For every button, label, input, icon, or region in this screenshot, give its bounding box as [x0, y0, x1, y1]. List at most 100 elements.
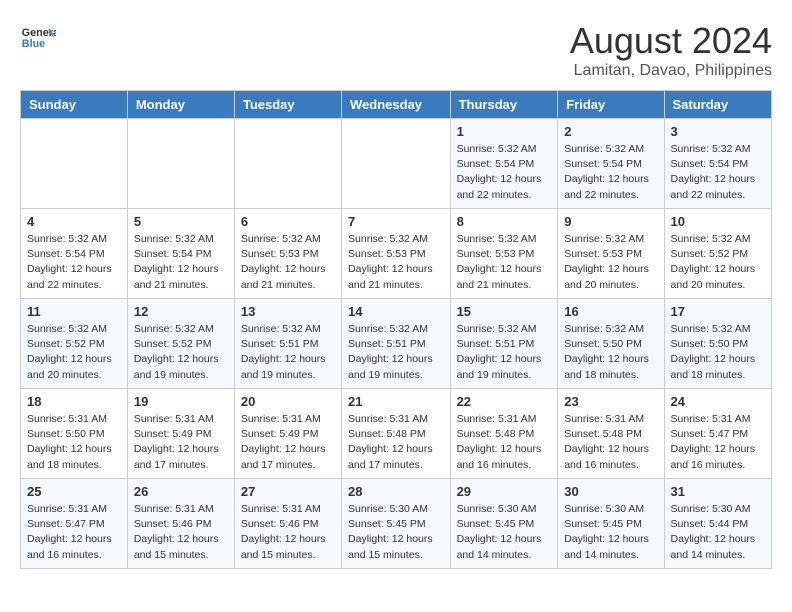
calendar-cell: 26Sunrise: 5:31 AM Sunset: 5:46 PM Dayli…: [127, 479, 234, 569]
calendar-cell: 15Sunrise: 5:32 AM Sunset: 5:51 PM Dayli…: [450, 299, 558, 389]
calendar-cell: [342, 119, 451, 209]
calendar-cell: 17 Sunrise: 5:32 AM Sunset: 5:50 PM Dayli…: [664, 299, 771, 389]
weekday-header: Tuesday: [234, 91, 341, 119]
day-info: Sunrise: 5:32 AM Sunset: 5:54 PM Dayligh…: [564, 142, 657, 203]
calendar-cell: 7Sunrise: 5:32 AM Sunset: 5:53 PM Daylig…: [342, 209, 451, 299]
title-block: August 2024 Lamitan, Davao, Philippines: [570, 20, 772, 80]
day-number: 6: [241, 214, 335, 229]
calendar-cell: 16Sunrise: 5:32 AM Sunset: 5:50 PM Dayli…: [558, 299, 664, 389]
day-info: Sunrise: 5:31 AM Sunset: 5:48 PM Dayligh…: [348, 412, 444, 473]
day-number: 29: [457, 484, 552, 499]
calendar-cell: 14 Sunrise: 5:32 AM Sunset: 5:51 PM Dayli…: [342, 299, 451, 389]
day-info: Sunrise: 5:31 AM Sunset: 5:48 PM Dayligh…: [564, 412, 657, 473]
day-info: Sunrise: 5:30 AM Sunset: 5:44 PM Dayligh…: [671, 502, 765, 563]
calendar-cell: 31 Sunrise: 5:30 AM Sunset: 5:44 PM Dayli…: [664, 479, 771, 569]
day-info: Sunrise: 5:32 AM Sunset: 5:52 PM Dayligh…: [134, 322, 228, 383]
weekday-header: Saturday: [664, 91, 771, 119]
day-number: 14: [348, 304, 444, 319]
calendar-cell: 2 Sunrise: 5:32 AM Sunset: 5:54 PM Daylig…: [558, 119, 664, 209]
calendar-cell: 21 Sunrise: 5:31 AM Sunset: 5:48 PM Dayli…: [342, 389, 451, 479]
logo: General Blue: [20, 20, 56, 56]
day-number: 31: [671, 484, 765, 499]
day-number: 2: [564, 124, 657, 139]
day-number: 3: [671, 124, 765, 139]
calendar-cell: 29 Sunrise: 5:30 AM Sunset: 5:45 PM Dayli…: [450, 479, 558, 569]
day-info: Sunrise: 5:31 AM Sunset: 5:49 PM Dayligh…: [134, 412, 228, 473]
calendar-cell: 27 Sunrise: 5:31 AM Sunset: 5:46 PM Dayli…: [234, 479, 341, 569]
day-info: Sunrise: 5:31 AM Sunset: 5:48 PM Dayligh…: [457, 412, 552, 473]
calendar-body: 1 Sunrise: 5:32 AM Sunset: 5:54 PM Daylig…: [21, 119, 772, 569]
calendar-cell: [234, 119, 341, 209]
day-info: Sunrise: 5:32 AM Sunset: 5:52 PM Dayligh…: [27, 322, 121, 383]
calendar-cell: 12 Sunrise: 5:32 AM Sunset: 5:52 PM Dayli…: [127, 299, 234, 389]
day-number: 25: [27, 484, 121, 499]
day-info: Sunrise: 5:32 AM Sunset: 5:54 PM Dayligh…: [134, 232, 228, 293]
calendar-week-row: 1 Sunrise: 5:32 AM Sunset: 5:54 PM Daylig…: [21, 119, 772, 209]
weekday-header: Monday: [127, 91, 234, 119]
day-number: 11: [27, 304, 121, 319]
calendar-table: SundayMondayTuesdayWednesdayThursdayFrid…: [20, 90, 772, 569]
calendar-cell: 22 Sunrise: 5:31 AM Sunset: 5:48 PM Dayli…: [450, 389, 558, 479]
calendar-header-row: SundayMondayTuesdayWednesdayThursdayFrid…: [21, 91, 772, 119]
day-number: 18: [27, 394, 121, 409]
day-number: 5: [134, 214, 228, 229]
day-info: Sunrise: 5:32 AM Sunset: 5:51 PM Dayligh…: [348, 322, 444, 383]
day-number: 19: [134, 394, 228, 409]
day-number: 20: [241, 394, 335, 409]
weekday-header: Wednesday: [342, 91, 451, 119]
calendar-cell: 28Sunrise: 5:30 AM Sunset: 5:45 PM Dayli…: [342, 479, 451, 569]
day-number: 12: [134, 304, 228, 319]
day-info: Sunrise: 5:31 AM Sunset: 5:46 PM Dayligh…: [241, 502, 335, 563]
day-number: 23: [564, 394, 657, 409]
month-title: August 2024: [570, 20, 772, 62]
day-number: 17: [671, 304, 765, 319]
page-header: General Blue August 2024 Lamitan, Davao,…: [20, 20, 772, 80]
day-number: 26: [134, 484, 228, 499]
day-info: Sunrise: 5:32 AM Sunset: 5:54 PM Dayligh…: [671, 142, 765, 203]
day-info: Sunrise: 5:31 AM Sunset: 5:47 PM Dayligh…: [27, 502, 121, 563]
calendar-cell: [127, 119, 234, 209]
day-info: Sunrise: 5:32 AM Sunset: 5:52 PM Dayligh…: [671, 232, 765, 293]
calendar-cell: 4Sunrise: 5:32 AM Sunset: 5:54 PM Daylig…: [21, 209, 128, 299]
calendar-cell: 1 Sunrise: 5:32 AM Sunset: 5:54 PM Daylig…: [450, 119, 558, 209]
calendar-cell: 19 Sunrise: 5:31 AM Sunset: 5:49 PM Dayli…: [127, 389, 234, 479]
calendar-cell: 11 Sunrise: 5:32 AM Sunset: 5:52 PM Dayli…: [21, 299, 128, 389]
day-number: 1: [457, 124, 552, 139]
day-number: 22: [457, 394, 552, 409]
day-info: Sunrise: 5:31 AM Sunset: 5:47 PM Dayligh…: [671, 412, 765, 473]
day-info: Sunrise: 5:32 AM Sunset: 5:54 PM Dayligh…: [457, 142, 552, 203]
day-info: Sunrise: 5:32 AM Sunset: 5:51 PM Dayligh…: [457, 322, 552, 383]
day-info: Sunrise: 5:30 AM Sunset: 5:45 PM Dayligh…: [348, 502, 444, 563]
calendar-cell: 9 Sunrise: 5:32 AM Sunset: 5:53 PM Daylig…: [558, 209, 664, 299]
weekday-header: Thursday: [450, 91, 558, 119]
calendar-cell: 6Sunrise: 5:32 AM Sunset: 5:53 PM Daylig…: [234, 209, 341, 299]
calendar-cell: 25 Sunrise: 5:31 AM Sunset: 5:47 PM Dayli…: [21, 479, 128, 569]
weekday-header: Sunday: [21, 91, 128, 119]
day-info: Sunrise: 5:30 AM Sunset: 5:45 PM Dayligh…: [457, 502, 552, 563]
calendar-cell: 5 Sunrise: 5:32 AM Sunset: 5:54 PM Daylig…: [127, 209, 234, 299]
day-info: Sunrise: 5:32 AM Sunset: 5:53 PM Dayligh…: [564, 232, 657, 293]
day-info: Sunrise: 5:32 AM Sunset: 5:51 PM Dayligh…: [241, 322, 335, 383]
calendar-cell: 8Sunrise: 5:32 AM Sunset: 5:53 PM Daylig…: [450, 209, 558, 299]
day-number: 9: [564, 214, 657, 229]
location: Lamitan, Davao, Philippines: [570, 62, 772, 80]
svg-text:Blue: Blue: [22, 38, 45, 50]
calendar-cell: 13 Sunrise: 5:32 AM Sunset: 5:51 PM Dayli…: [234, 299, 341, 389]
day-number: 27: [241, 484, 335, 499]
day-number: 21: [348, 394, 444, 409]
day-number: 10: [671, 214, 765, 229]
calendar-week-row: 18Sunrise: 5:31 AM Sunset: 5:50 PM Dayli…: [21, 389, 772, 479]
calendar-cell: 3 Sunrise: 5:32 AM Sunset: 5:54 PM Daylig…: [664, 119, 771, 209]
calendar-cell: 20Sunrise: 5:31 AM Sunset: 5:49 PM Dayli…: [234, 389, 341, 479]
calendar-cell: 30Sunrise: 5:30 AM Sunset: 5:45 PM Dayli…: [558, 479, 664, 569]
calendar-week-row: 25 Sunrise: 5:31 AM Sunset: 5:47 PM Dayli…: [21, 479, 772, 569]
day-number: 13: [241, 304, 335, 319]
day-info: Sunrise: 5:32 AM Sunset: 5:50 PM Dayligh…: [564, 322, 657, 383]
day-number: 24: [671, 394, 765, 409]
calendar-week-row: 11 Sunrise: 5:32 AM Sunset: 5:52 PM Dayli…: [21, 299, 772, 389]
calendar-cell: 18Sunrise: 5:31 AM Sunset: 5:50 PM Dayli…: [21, 389, 128, 479]
calendar-cell: 24 Sunrise: 5:31 AM Sunset: 5:47 PM Dayli…: [664, 389, 771, 479]
day-info: Sunrise: 5:32 AM Sunset: 5:50 PM Dayligh…: [671, 322, 765, 383]
day-info: Sunrise: 5:30 AM Sunset: 5:45 PM Dayligh…: [564, 502, 657, 563]
day-info: Sunrise: 5:32 AM Sunset: 5:53 PM Dayligh…: [457, 232, 552, 293]
